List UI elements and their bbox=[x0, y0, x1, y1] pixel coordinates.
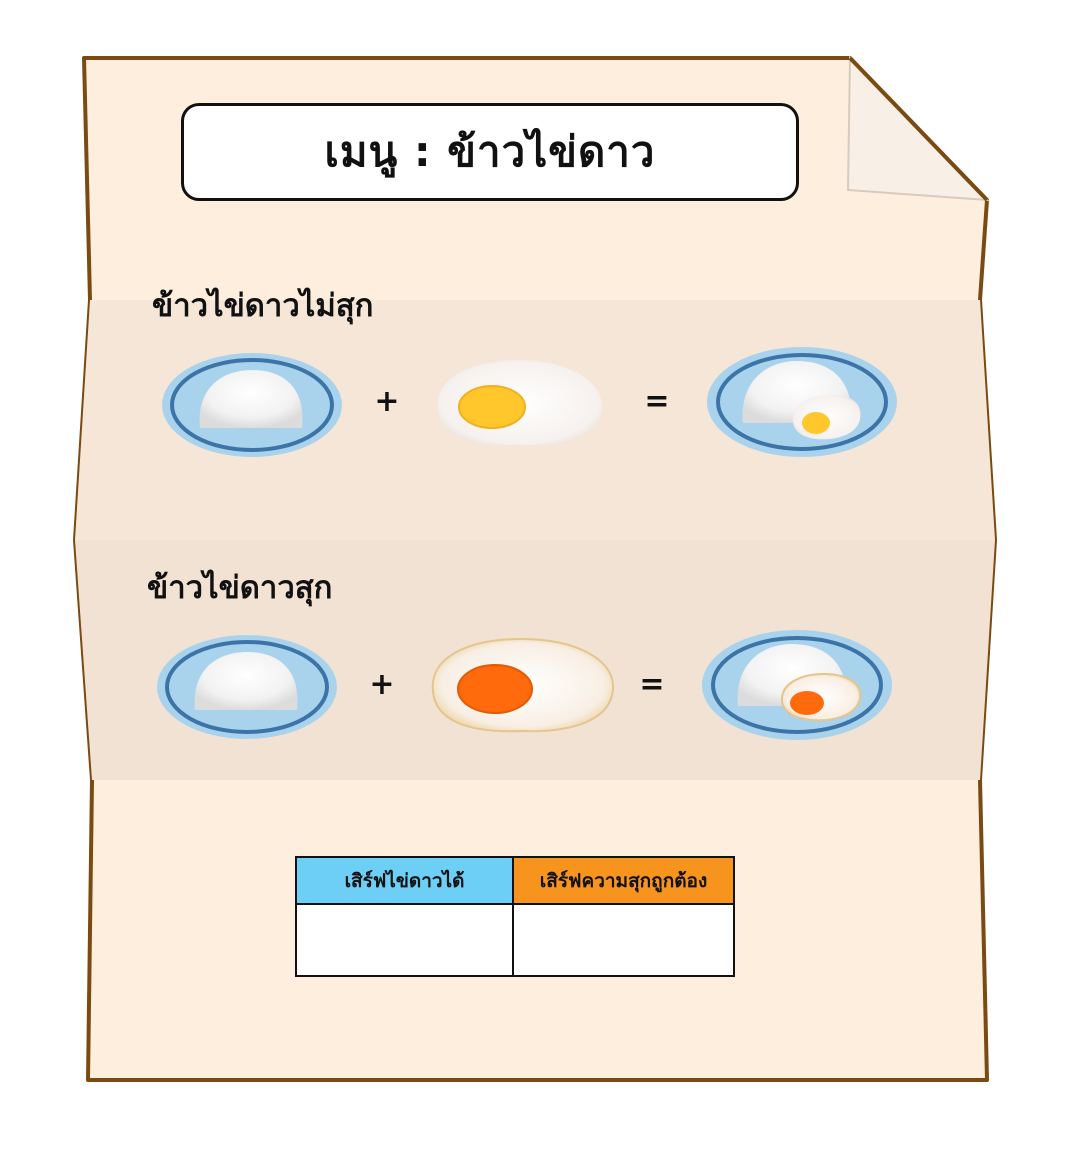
plus-sign: + bbox=[369, 667, 395, 702]
section-label-raw: ข้าวไข่ดาวไม่สุก bbox=[152, 288, 374, 324]
equals-sign: = bbox=[639, 667, 665, 702]
cooked-fried-egg-icon[interactable] bbox=[425, 633, 617, 737]
score-header-serve-egg: เสิร์ฟไข่ดาวได้ bbox=[297, 858, 514, 905]
rice-plate-icon[interactable] bbox=[155, 632, 340, 742]
rice-plate-icon[interactable] bbox=[160, 350, 345, 460]
menu-title: เมนู : ข้าวไข่ดาว bbox=[324, 127, 656, 176]
section-label-cooked: ข้าวไข่ดาวสุก bbox=[147, 570, 333, 606]
equals-sign: = bbox=[644, 384, 670, 419]
rice-with-raw-egg-icon[interactable] bbox=[705, 345, 900, 460]
score-table: เสิร์ฟไข่ดาวได้ เสิร์ฟความสุกถูกต้อง bbox=[295, 856, 735, 977]
menu-title-box: เมนู : ข้าวไข่ดาว bbox=[181, 103, 799, 201]
plus-sign: + bbox=[374, 384, 400, 419]
score-header-correct-doneness: เสิร์ฟความสุกถูกต้อง bbox=[514, 858, 733, 905]
raw-fried-egg-icon[interactable] bbox=[428, 355, 606, 450]
score-cell-correct-doneness bbox=[514, 905, 733, 975]
rice-with-cooked-egg-icon[interactable] bbox=[700, 628, 895, 743]
score-cell-serve-egg bbox=[297, 905, 514, 975]
